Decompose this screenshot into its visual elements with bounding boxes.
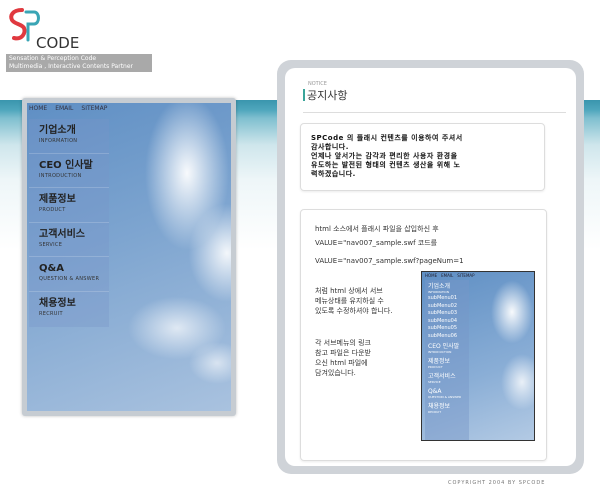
instruction-line: html 소스에서 플래시 파일을 삽입하신 후 xyxy=(315,225,439,233)
intro-line: SPCode 의 플래시 컨텐츠를 이용하여 주셔서 xyxy=(311,134,463,142)
para-line: 처럼 html 상에서 서브 xyxy=(315,287,383,295)
menu-item-label: CEO 인사말 xyxy=(39,159,93,171)
menu-item-sub: INFORMATION xyxy=(39,138,78,144)
tagline-line-1: Sensation & Perception Code xyxy=(9,55,97,62)
mini-submenu: subMenu06 xyxy=(428,332,458,339)
menu-item-label: 기업소개 xyxy=(39,125,76,136)
mini-nav-home: HOME xyxy=(425,273,438,278)
instruction-para: 각 서브메뉴의 링크 참고 파일은 다운받 으신 html 파일에 담겨있습니다… xyxy=(315,338,371,378)
logo-text: CODE xyxy=(36,34,80,52)
nav-email-link[interactable]: EMAIL xyxy=(55,105,73,112)
instruction-para: 처럼 html 상에서 서브 메뉴상태를 유지하실 수 있도록 수정하셔야 합니… xyxy=(315,286,393,316)
intro-line: 감사합니다. xyxy=(311,143,349,151)
mini-submenu: subMenu01 xyxy=(428,295,458,301)
menu-item-introduction[interactable]: CEO 인사말 INTRODUCTION xyxy=(29,154,109,189)
mini-menu-item: Q&A QUESTION & ANSWER xyxy=(425,385,469,400)
tagline: Sensation & Perception Code Multimedia ,… xyxy=(6,54,152,72)
mini-item-label: 기업소개 xyxy=(428,283,451,290)
menu-item-sub: INTRODUCTION xyxy=(39,172,82,179)
mini-menu: 기업소개 INFORMATION subMenu01 subMenu02 sub… xyxy=(425,280,469,440)
intro-line: 유도하는 발전된 형태의 컨텐츠 생산을 위해 노 xyxy=(311,161,461,169)
mini-submenu: subMenu04 xyxy=(428,317,458,324)
menu-item-label: Q&A xyxy=(39,263,64,275)
mini-item-label: Q&A xyxy=(428,388,442,395)
para-line: 담겨있습니다. xyxy=(315,369,356,377)
mini-nav-sitemap: SITEMAP xyxy=(457,273,475,278)
menu-item-recruit[interactable]: 채용정보 RECRUIT xyxy=(29,292,109,327)
para-line: 으신 html 파일에 xyxy=(315,359,368,367)
mini-topnav: HOME EMAIL SITEMAP xyxy=(425,273,475,278)
menu-item-service[interactable]: 고객서비스 SERVICE xyxy=(29,223,109,258)
mini-item-label: 채용정보 xyxy=(428,403,451,410)
mini-nav-email: EMAIL xyxy=(441,273,454,278)
intro-line: 언제나 앞서가는 감각과 편리한 사용자 환경을 xyxy=(311,152,458,160)
mini-item-label: 제품정보 xyxy=(428,358,451,365)
mini-menu-item: 기업소개 INFORMATION xyxy=(425,280,469,295)
menu-item-label: 고객서비스 xyxy=(39,228,85,240)
notice-panel-frame: NOTICE 공지사항 SPCode 의 플래시 컨텐츠를 이용하여 주셔서 감… xyxy=(277,60,584,474)
instructions-box: html 소스에서 플래시 파일을 삽입하신 후 VALUE="nav007_s… xyxy=(300,209,547,461)
menu-item-product[interactable]: 제품정보 PRODUCT xyxy=(29,188,109,223)
nav-sitemap-link[interactable]: SITEMAP xyxy=(81,105,107,112)
title-accent-bar xyxy=(303,89,305,101)
notice-panel: NOTICE 공지사항 SPCode 의 플래시 컨텐츠를 이용하여 주셔서 감… xyxy=(285,68,576,466)
mini-item-sub: RECRUIT xyxy=(428,410,442,414)
menu-item-sub: SERVICE xyxy=(39,241,63,248)
mini-menu-item: 고객서비스 SERVICE xyxy=(425,370,469,385)
intro-box: SPCode 의 플래시 컨텐츠를 이용하여 주셔서 감사합니다. 언제나 앞서… xyxy=(300,123,545,191)
para-line: 각 서브메뉴의 링크 xyxy=(315,339,371,347)
menu-item-qna[interactable]: Q&A QUESTION & ANSWER xyxy=(29,257,109,292)
para-line: 메뉴상태를 유지하실 수 xyxy=(315,297,384,305)
para-line: 있도록 수정하셔야 합니다. xyxy=(315,307,393,315)
mini-menu-item: 채용정보 RECRUIT xyxy=(425,400,469,415)
menu-item-sub: PRODUCT xyxy=(39,207,66,214)
instruction-line: VALUE="nav007_sample.swf 코드를 xyxy=(315,239,438,247)
mini-item-label: 고객서비스 xyxy=(428,373,456,380)
left-preview-frame: HOME EMAIL SITEMAP 기업소개 INFORMATION CEO … xyxy=(22,98,236,416)
menu-item-sub: RECRUIT xyxy=(39,310,63,317)
menu-item-label: 제품정보 xyxy=(39,194,76,206)
menu-item-information[interactable]: 기업소개 INFORMATION xyxy=(29,119,109,154)
para-line: 참고 파일은 다운받 xyxy=(315,349,371,357)
mini-submenu: subMenu03 xyxy=(428,310,458,316)
intro-line: 력하겠습니다. xyxy=(311,170,356,178)
sky-background: HOME EMAIL SITEMAP 기업소개 INFORMATION CEO … xyxy=(27,103,231,411)
mini-item-label: CEO 인사말 xyxy=(428,343,460,350)
left-menu: 기업소개 INFORMATION CEO 인사말 INTRODUCTION 제품… xyxy=(29,119,109,327)
title-divider xyxy=(303,112,566,113)
copyright-text: COPYRIGHT 2004 BY SPCODE xyxy=(448,480,546,486)
mini-submenu: subMenu05 xyxy=(428,325,458,331)
mini-menu-item: 제품정보 PRODUCT xyxy=(425,355,469,370)
mini-submenu: subMenu02 xyxy=(428,302,458,309)
menu-item-sub: QUESTION & ANSWER xyxy=(39,276,100,283)
mini-menu-item: CEO 인사말 INTRODUCTION xyxy=(425,340,469,355)
tagline-line-2: Multimedia , Interactive Contents Partne… xyxy=(9,63,134,70)
menu-item-label: 채용정보 xyxy=(39,297,76,309)
page-title: 공지사항 xyxy=(307,89,348,102)
nav-home-link[interactable]: HOME xyxy=(29,105,47,112)
left-topnav: HOME EMAIL SITEMAP xyxy=(29,105,107,112)
submenu-preview-image: HOME EMAIL SITEMAP 기업소개 INFORMATION subM… xyxy=(421,271,535,441)
instruction-line: VALUE="nav007_sample.swf?pageNum=1 xyxy=(315,257,464,265)
